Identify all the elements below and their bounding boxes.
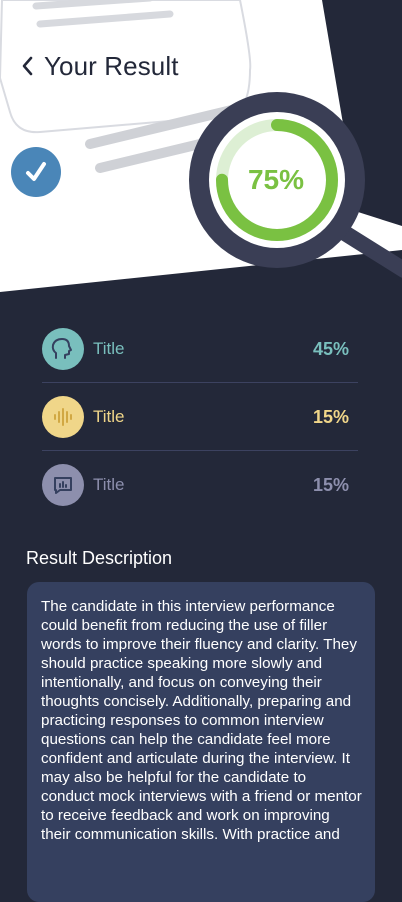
metric-title: Title bbox=[93, 339, 125, 358]
back-button[interactable]: Your Result bbox=[20, 48, 179, 84]
sound-wave-icon bbox=[42, 396, 84, 438]
divider bbox=[42, 382, 358, 383]
score-percentage: 75% bbox=[247, 164, 305, 195]
chat-chart-icon bbox=[42, 464, 84, 506]
page-title: Your Result bbox=[44, 50, 179, 81]
metric-row[interactable]: Title 15% bbox=[42, 463, 358, 507]
hero-illustration: 75% Your Result bbox=[0, 0, 402, 300]
metric-row[interactable]: Title 45% bbox=[42, 327, 358, 371]
metric-value: 15% bbox=[312, 406, 349, 427]
check-badge-icon bbox=[11, 147, 61, 197]
metric-row[interactable]: Title 15% bbox=[42, 395, 358, 439]
divider bbox=[42, 450, 358, 451]
metric-title: Title bbox=[93, 407, 125, 426]
result-description-card[interactable]: The candidate in this interview performa… bbox=[27, 582, 375, 902]
speaking-head-icon bbox=[42, 328, 84, 370]
chevron-left-icon bbox=[20, 55, 36, 77]
result-description-text: The candidate in this interview performa… bbox=[41, 598, 362, 843]
metric-title: Title bbox=[93, 475, 125, 494]
section-title: Result Description bbox=[26, 548, 173, 568]
metric-value: 45% bbox=[312, 338, 349, 359]
metric-value: 15% bbox=[312, 474, 349, 495]
